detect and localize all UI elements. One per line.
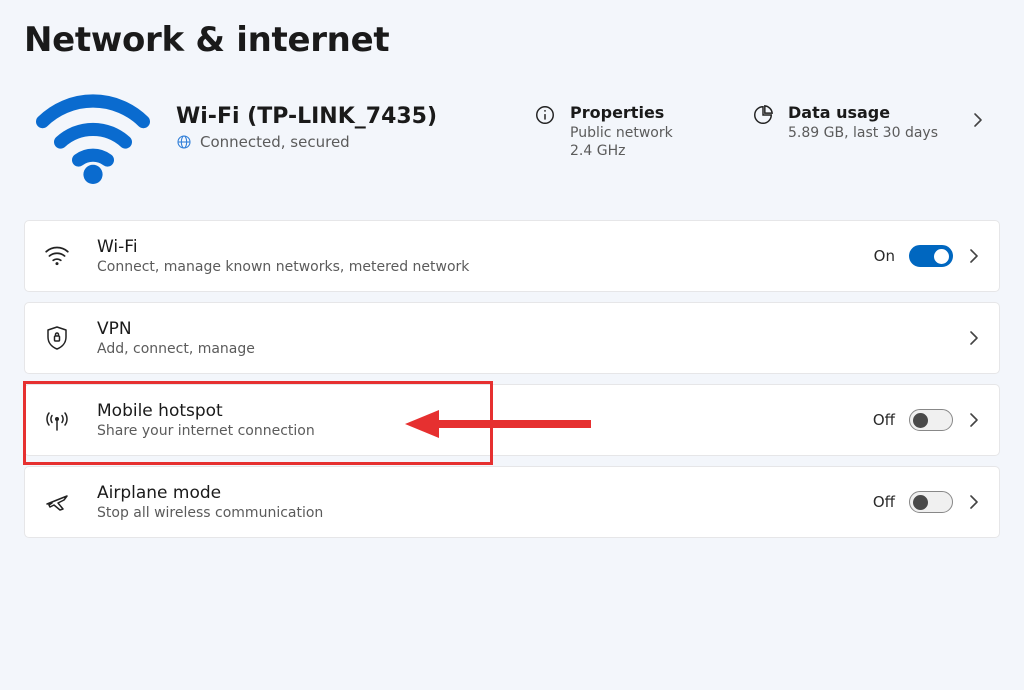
hotspot-icon bbox=[43, 408, 71, 432]
hotspot-row-desc: Share your internet connection bbox=[97, 423, 847, 439]
connection-title: Wi-Fi (TP-LINK_7435) bbox=[176, 104, 516, 129]
chevron-right-icon bbox=[967, 248, 981, 264]
page-title: Network & internet bbox=[24, 20, 1000, 60]
wifi-toggle[interactable] bbox=[909, 245, 953, 267]
properties-line1: Public network bbox=[570, 124, 673, 143]
wifi-state-label: On bbox=[874, 247, 895, 265]
globe-icon bbox=[176, 134, 192, 150]
properties-line2: 2.4 GHz bbox=[570, 142, 673, 161]
airplane-row-title: Airplane mode bbox=[97, 483, 847, 503]
wifi-row-desc: Connect, manage known networks, metered … bbox=[97, 259, 848, 275]
airplane-icon bbox=[43, 490, 71, 514]
chevron-right-icon bbox=[967, 412, 981, 428]
hotspot-state-label: Off bbox=[873, 411, 895, 429]
vpn-row[interactable]: VPN Add, connect, manage bbox=[24, 302, 1000, 374]
data-usage-line1: 5.89 GB, last 30 days bbox=[788, 124, 938, 143]
connection-status-text: Connected, secured bbox=[200, 133, 350, 151]
airplane-mode-row[interactable]: Airplane mode Stop all wireless communic… bbox=[24, 466, 1000, 538]
data-usage-link[interactable]: Data usage 5.89 GB, last 30 days bbox=[752, 86, 942, 142]
pie-chart-icon bbox=[752, 104, 774, 126]
vpn-row-title: VPN bbox=[97, 319, 941, 339]
info-icon bbox=[534, 104, 556, 126]
shield-lock-icon bbox=[43, 325, 71, 351]
hotspot-toggle[interactable] bbox=[909, 409, 953, 431]
connection-summary: Wi-Fi (TP-LINK_7435) Connected, secured bbox=[176, 86, 516, 151]
airplane-row-desc: Stop all wireless communication bbox=[97, 505, 847, 521]
wifi-icon bbox=[43, 245, 71, 267]
wifi-signal-icon bbox=[28, 86, 158, 186]
status-row-chevron-icon[interactable] bbox=[960, 86, 996, 128]
hotspot-row-title: Mobile hotspot bbox=[97, 401, 847, 421]
settings-list: Wi-Fi Connect, manage known networks, me… bbox=[24, 220, 1000, 538]
mobile-hotspot-row[interactable]: Mobile hotspot Share your internet conne… bbox=[24, 384, 1000, 456]
properties-title: Properties bbox=[570, 102, 673, 124]
wifi-row[interactable]: Wi-Fi Connect, manage known networks, me… bbox=[24, 220, 1000, 292]
airplane-state-label: Off bbox=[873, 493, 895, 511]
wifi-row-title: Wi-Fi bbox=[97, 237, 848, 257]
airplane-toggle[interactable] bbox=[909, 491, 953, 513]
data-usage-title: Data usage bbox=[788, 102, 938, 124]
properties-link[interactable]: Properties Public network 2.4 GHz bbox=[534, 86, 734, 161]
vpn-row-desc: Add, connect, manage bbox=[97, 341, 941, 357]
chevron-right-icon bbox=[967, 330, 981, 346]
connection-status-row: Wi-Fi (TP-LINK_7435) Connected, secured bbox=[24, 82, 1000, 214]
chevron-right-icon bbox=[967, 494, 981, 510]
